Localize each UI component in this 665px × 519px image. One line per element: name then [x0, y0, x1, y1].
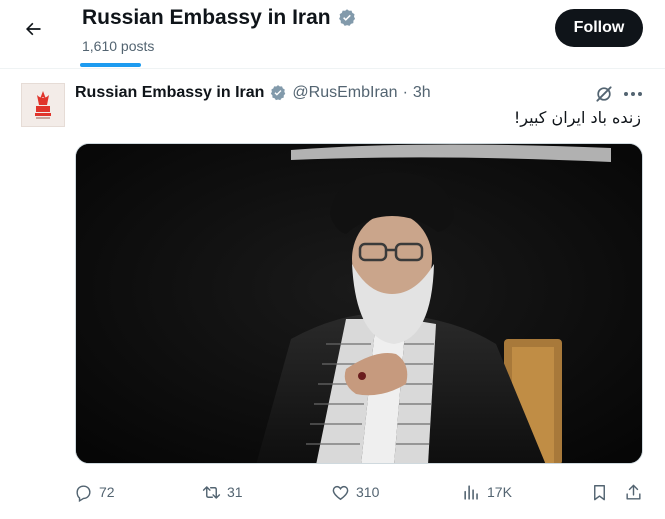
- like-button[interactable]: 310: [331, 477, 379, 507]
- author-handle[interactable]: @RusEmbIran: [292, 84, 397, 102]
- post-image[interactable]: [75, 143, 643, 464]
- post-text: زنده باد ایران کبیر!: [513, 108, 641, 127]
- views-count: 17K: [487, 484, 512, 500]
- repost-icon: [202, 485, 221, 499]
- profile-header: Russian Embassy in Iran 1,610 posts Foll…: [0, 0, 665, 69]
- more-icon[interactable]: [622, 84, 644, 104]
- post-header: Russian Embassy in Iran @RusEmbIran · 3h: [75, 84, 431, 102]
- bookmark-button[interactable]: [590, 477, 609, 507]
- share-icon: [626, 484, 641, 500]
- reply-button[interactable]: 72: [74, 477, 115, 507]
- grok-icon[interactable]: [594, 84, 614, 104]
- verified-badge-icon: [338, 9, 355, 26]
- like-count: 310: [356, 484, 380, 500]
- author-name[interactable]: Russian Embassy in Iran: [75, 84, 264, 102]
- views-button[interactable]: 17K: [462, 477, 512, 507]
- repost-count: 31: [227, 484, 243, 500]
- post-count: 1,610 posts: [82, 38, 155, 54]
- reply-icon: [76, 484, 91, 502]
- embassy-logo-icon: [23, 85, 63, 125]
- reply-count: 72: [99, 484, 115, 500]
- avatar[interactable]: [21, 83, 65, 127]
- header-title: Russian Embassy in Iran: [82, 6, 357, 30]
- post-time[interactable]: 3h: [413, 84, 431, 102]
- action-bar: 72 31 310 17K: [0, 477, 665, 507]
- bookmark-icon: [594, 484, 605, 500]
- tab-indicator: [80, 63, 141, 67]
- follow-button[interactable]: Follow: [555, 9, 643, 47]
- post[interactable]: Russian Embassy in Iran @RusEmbIran · 3h…: [0, 70, 665, 519]
- views-icon: [464, 484, 478, 500]
- verified-badge-icon: [271, 85, 286, 101]
- back-button[interactable]: [18, 14, 48, 44]
- back-arrow-icon: [26, 22, 41, 36]
- meta-separator: ·: [402, 84, 408, 101]
- account-name: Russian Embassy in Iran: [82, 6, 331, 29]
- repost-button[interactable]: 31: [202, 477, 243, 507]
- share-button[interactable]: [624, 477, 643, 507]
- like-icon: [332, 485, 349, 500]
